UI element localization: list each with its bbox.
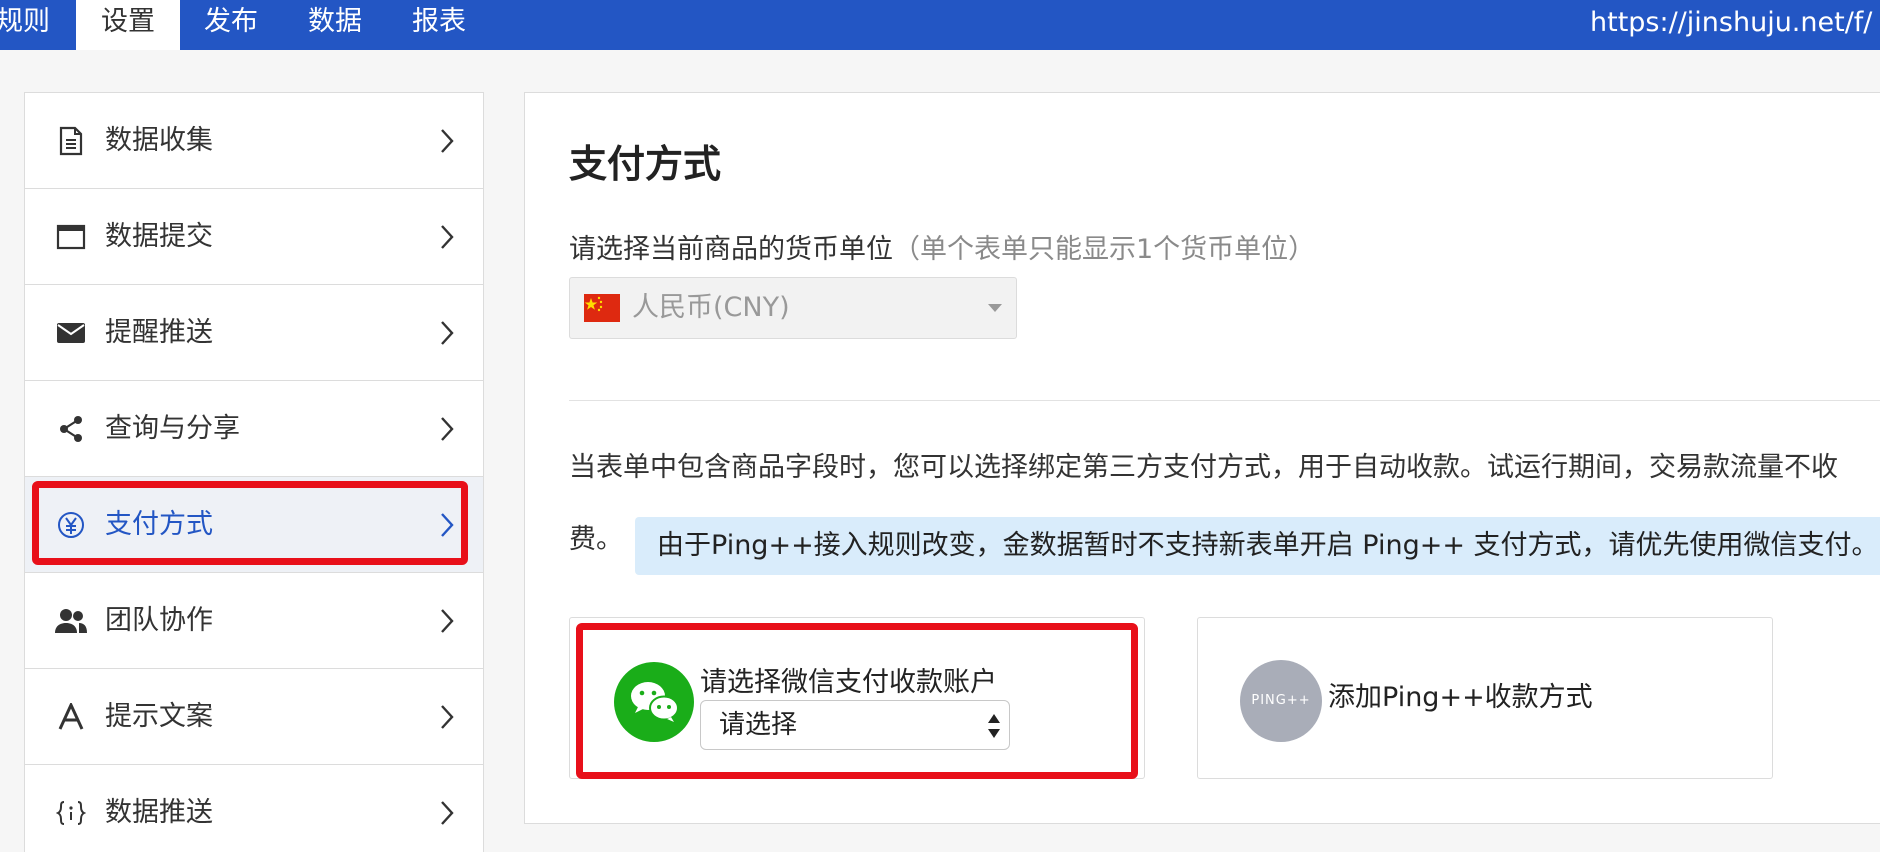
tab-report[interactable]: 报表	[412, 0, 466, 50]
ping-pay-card[interactable]: PING++ 添加Ping++收款方式	[1197, 617, 1773, 779]
chevron-right-icon	[441, 225, 454, 249]
chevron-right-icon	[441, 129, 454, 153]
wechat-account-select[interactable]: 请选择	[700, 700, 1010, 750]
document-icon	[53, 123, 89, 159]
wechat-account-label: 请选择微信支付收款账户	[700, 667, 997, 698]
sidebar-item-notification[interactable]: 提醒推送	[25, 285, 483, 381]
sidebar-item-prompt-text[interactable]: 提示文案	[25, 669, 483, 765]
sidebar-item-label: 提示文案	[105, 701, 213, 732]
sidebar-item-payment[interactable]: 支付方式	[25, 477, 483, 573]
braces-icon	[53, 795, 89, 831]
form-url[interactable]: https://jinshuju.net/f/	[1590, 0, 1872, 50]
share-icon	[53, 411, 89, 447]
payment-settings-panel: 支付方式 请选择当前商品的货币单位（单个表单只能显示1个货币单位） 人民币(CN…	[524, 92, 1880, 824]
sidebar-item-label: 数据收集	[105, 125, 213, 156]
payment-description: 当表单中包含商品字段时，您可以选择绑定第三方支付方式，用于自动收款。试运行期间，…	[569, 452, 1838, 483]
currency-label-text: 请选择当前商品的货币单位	[569, 234, 893, 265]
china-flag-icon	[584, 294, 620, 322]
sidebar-item-label: 提醒推送	[105, 317, 213, 348]
tab-publish[interactable]: 发布	[204, 0, 258, 50]
payment-description-tail: 费。	[569, 524, 623, 555]
section-divider	[569, 400, 1880, 401]
page-title: 支付方式	[569, 142, 722, 186]
chevron-right-icon	[441, 321, 454, 345]
envelope-icon	[53, 315, 89, 351]
sidebar-item-label: 支付方式	[105, 509, 213, 540]
sidebar-item-label: 数据推送	[105, 797, 213, 828]
sidebar-item-data-submission[interactable]: 数据提交	[25, 189, 483, 285]
ping-logo-icon: PING++	[1240, 660, 1322, 742]
settings-sidebar: 数据收集 数据提交 提醒推送 查询与分享 支付方式 团队协作 提示文案 数据推送	[24, 92, 484, 852]
wechat-select-value: 请选择	[719, 710, 798, 740]
sidebar-item-team[interactable]: 团队协作	[25, 573, 483, 669]
caret-down-icon	[988, 304, 1002, 312]
tab-rules[interactable]: 规则	[0, 0, 56, 50]
window-icon	[53, 219, 89, 255]
yen-icon	[53, 507, 89, 543]
wechat-icon	[614, 662, 694, 742]
sidebar-item-label: 数据提交	[105, 221, 213, 252]
sidebar-item-label: 查询与分享	[105, 413, 240, 444]
users-icon	[53, 603, 89, 639]
currency-select[interactable]: 人民币(CNY)	[569, 277, 1017, 339]
currency-select-value: 人民币(CNY)	[632, 292, 790, 323]
chevron-right-icon	[441, 417, 454, 441]
add-ping-label: 添加Ping++收款方式	[1328, 682, 1593, 713]
sidebar-item-data-push[interactable]: 数据推送	[25, 765, 483, 852]
sidebar-item-label: 团队协作	[105, 605, 213, 636]
sidebar-item-query-share[interactable]: 查询与分享	[25, 381, 483, 477]
currency-label: 请选择当前商品的货币单位（单个表单只能显示1个货币单位）	[569, 227, 1315, 266]
wechat-pay-card: 请选择微信支付收款账户 请选择	[569, 617, 1145, 779]
font-icon	[53, 699, 89, 735]
chevron-right-icon	[441, 705, 454, 729]
currency-hint: （单个表单只能显示1个货币单位）	[893, 234, 1316, 265]
chevron-right-icon	[441, 513, 454, 537]
chevron-right-icon	[441, 609, 454, 633]
ping-notice-banner: 由于Ping++接入规则改变，金数据暂时不支持新表单开启 Ping++ 支付方式…	[635, 517, 1880, 575]
tab-data[interactable]: 数据	[308, 0, 362, 50]
chevron-right-icon	[441, 801, 454, 825]
top-nav-bar: 规则 设置 发布 数据 报表 https://jinshuju.net/f/	[0, 0, 1880, 50]
sidebar-item-data-collection[interactable]: 数据收集	[25, 93, 483, 189]
select-arrows-icon	[988, 714, 1000, 738]
tab-settings[interactable]: 设置	[76, 0, 180, 50]
